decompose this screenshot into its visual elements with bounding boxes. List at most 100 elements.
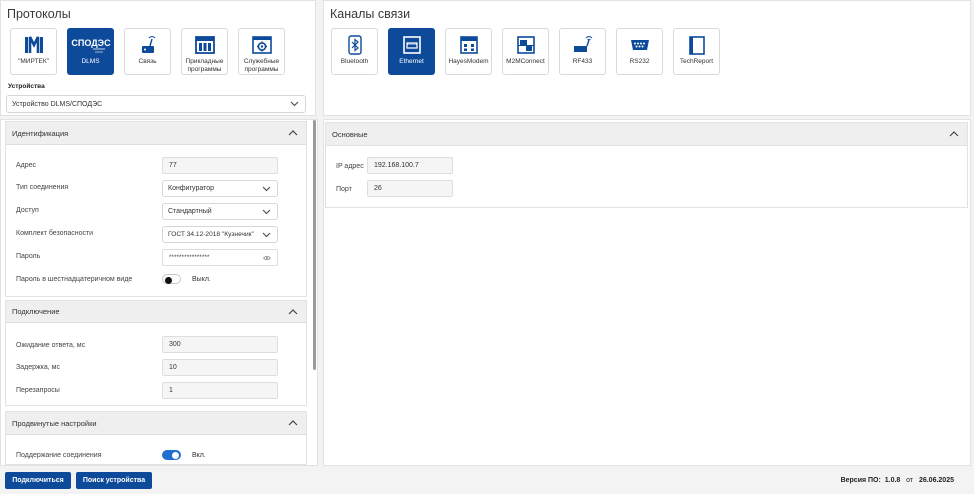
m2m-icon — [515, 35, 537, 55]
password-field[interactable]: **************** — [162, 249, 278, 266]
channel-tile-m2m[interactable]: M2MConnect — [502, 28, 549, 75]
keepalive-toggle[interactable] — [162, 450, 181, 460]
identification-header[interactable]: Идентификация — [6, 122, 306, 145]
advanced-title: Продвинутые настройки — [12, 418, 97, 428]
hex-password-label: Пароль в шестнадцатеричном виде — [16, 276, 133, 283]
connection-header[interactable]: Подключение — [6, 301, 306, 323]
basic-section: Основные IP адрес 192.168.100.7 Порт 26 — [325, 122, 968, 208]
chevron-up-icon[interactable] — [288, 420, 298, 426]
timeout-field[interactable]: 300 — [162, 336, 278, 353]
mirtek-logo-icon — [23, 35, 45, 55]
search-device-button[interactable]: Поиск устройства — [76, 472, 152, 489]
password-value: **************** — [169, 254, 210, 261]
channel-tile-label: RS232 — [629, 58, 650, 65]
protocol-tile-service[interactable]: Служебные программы — [238, 28, 285, 75]
channel-tile-label: M2MConnect — [506, 58, 545, 65]
protocol-tile-mirtek[interactable]: "МИРТЕК" — [10, 28, 57, 75]
conn-type-select[interactable]: Конфигуратор — [162, 180, 278, 197]
version-number: 1.0.8 — [884, 477, 901, 484]
app-window: Протоколы "МИРТЕК" СПОДЭС DLMS Связь При… — [0, 0, 974, 494]
access-select[interactable]: Стандартный — [162, 203, 278, 220]
security-select[interactable]: ГОСТ 34.12-2018 "Кузнечик" — [162, 226, 278, 243]
keepalive-toggle-state: Вкл. — [192, 452, 206, 459]
channel-tile-label: TechReport — [679, 58, 714, 65]
port-field[interactable]: 26 — [367, 180, 453, 197]
retries-label: Перезапросы — [16, 387, 60, 394]
modem-icon — [458, 35, 480, 55]
protocol-tile-applications[interactable]: Прикладные программы — [181, 28, 228, 75]
port-label: Порт — [336, 186, 352, 193]
access-label: Доступ — [16, 207, 39, 214]
channels-title: Каналы связи — [330, 7, 411, 21]
password-label: Пароль — [16, 253, 41, 260]
timeout-label: Ожидание ответа, мс — [16, 342, 86, 349]
security-label: Комплект безопасности — [16, 230, 94, 237]
basic-header[interactable]: Основные — [326, 123, 967, 146]
techreport-icon — [686, 35, 708, 55]
protocol-tile-connection[interactable]: Связь — [124, 28, 171, 75]
protocol-tile-label: DLMS — [81, 58, 100, 65]
delay-label: Задержка, мс — [16, 364, 60, 371]
channel-tile-rf433[interactable]: RF433 — [559, 28, 606, 75]
device-select[interactable]: Устройство DLMS/СПОДЭС — [6, 95, 306, 113]
device-select-value: Устройство DLMS/СПОДЭС — [12, 100, 103, 108]
connection-title: Подключение — [12, 307, 60, 316]
settings-scrollbar[interactable] — [313, 120, 316, 370]
address-label: Адрес — [16, 162, 37, 169]
connect-button[interactable]: Подключиться — [5, 472, 71, 489]
hex-toggle-state: Выкл. — [192, 276, 211, 283]
conn-type-value: Конфигуратор — [168, 185, 215, 192]
ethernet-icon — [401, 35, 423, 55]
toggle-knob — [172, 451, 179, 459]
hex-password-toggle[interactable] — [162, 274, 181, 284]
connection-section: Подключение Ожидание ответа, мс 300 Заде… — [5, 300, 307, 406]
spodes-logo-text: СПОДЭС — [71, 38, 111, 48]
date-prefix: от — [906, 477, 914, 484]
chevron-down-icon — [262, 232, 271, 237]
channel-tile-label: Bluetooth — [340, 58, 369, 65]
protocol-tile-label: Прикладные программы — [185, 58, 224, 73]
channel-tile-label: RF433 — [572, 58, 593, 65]
channel-tile-ethernet[interactable]: Ethernet — [388, 28, 435, 75]
rs232-icon — [629, 35, 651, 55]
rf433-icon — [572, 35, 594, 55]
channel-tile-bluetooth[interactable]: Bluetooth — [331, 28, 378, 75]
protocols-title: Протоколы — [7, 7, 71, 21]
connection-icon — [137, 35, 159, 55]
devices-label: Устройства — [8, 83, 45, 90]
chevron-up-icon[interactable] — [949, 131, 959, 137]
retries-field[interactable]: 1 — [162, 382, 278, 399]
advanced-section: Продвинутые настройки Поддержание соедин… — [5, 411, 307, 465]
ip-label: IP адрес — [336, 163, 364, 170]
ip-field[interactable]: 192.168.100.7 — [367, 157, 453, 174]
bluetooth-icon — [344, 35, 366, 55]
service-programs-icon — [251, 35, 273, 55]
channel-tile-hayes[interactable]: HayesModem — [445, 28, 492, 75]
chevron-up-icon[interactable] — [288, 130, 298, 136]
channel-tile-rs232[interactable]: RS232 — [616, 28, 663, 75]
chevron-down-icon — [262, 209, 271, 214]
delay-field[interactable]: 10 — [162, 359, 278, 376]
access-value: Стандартный — [168, 208, 212, 215]
conn-type-label: Тип соединения — [16, 184, 69, 191]
address-field[interactable]: 77 — [162, 157, 278, 174]
chevron-down-icon — [262, 186, 271, 191]
channel-tile-techreport[interactable]: TechReport — [673, 28, 720, 75]
applications-icon — [194, 35, 216, 55]
basic-title: Основные — [332, 129, 368, 139]
eye-icon[interactable] — [263, 255, 271, 261]
version-info: Версия ПО: 1.0.8 от 26.06.2025 — [841, 477, 954, 484]
version-prefix: Версия ПО: — [840, 477, 881, 484]
identification-section: Идентификация Адрес 77 Тип соединения Ко… — [5, 121, 307, 297]
protocol-tile-label: Связь — [138, 58, 157, 65]
advanced-header[interactable]: Продвинутые настройки — [6, 412, 306, 435]
chevron-up-icon[interactable] — [288, 308, 298, 315]
protocol-tile-dlms[interactable]: СПОДЭС DLMS — [67, 28, 114, 75]
version-date: 26.06.2025 — [918, 477, 954, 484]
chevron-down-icon — [290, 101, 299, 107]
channel-tile-label: Ethernet — [399, 58, 424, 65]
protocols-panel: Протоколы "МИРТЕК" СПОДЭС DLMS Связь При… — [0, 0, 316, 116]
channel-tile-label: HayesModem — [448, 58, 489, 65]
channels-panel: Каналы связи Bluetooth Ethernet HayesMod… — [323, 0, 971, 116]
identification-title: Идентификация — [12, 128, 69, 138]
